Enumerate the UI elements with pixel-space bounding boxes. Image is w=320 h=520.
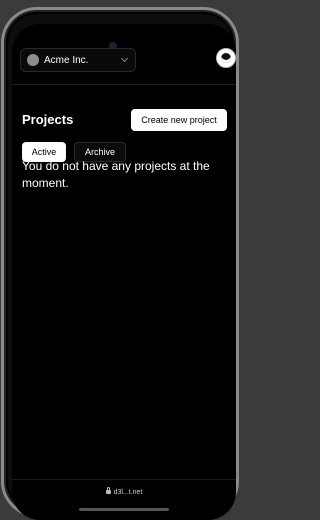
page-title: Projects bbox=[22, 112, 74, 127]
url-text: d3l...t.net bbox=[113, 488, 143, 496]
user-avatar-icon bbox=[221, 53, 231, 63]
org-avatar-icon bbox=[27, 54, 39, 66]
create-project-button[interactable]: Create new project bbox=[131, 109, 227, 131]
org-name: Acme Inc. bbox=[44, 54, 89, 66]
top-bar: Acme Inc. bbox=[12, 44, 236, 85]
app-screen: Acme Inc. Projects Create new project Ac… bbox=[12, 24, 236, 520]
phone-frame: Acme Inc. Projects Create new project Ac… bbox=[1, 7, 239, 520]
home-indicator[interactable] bbox=[79, 508, 169, 511]
user-avatar[interactable] bbox=[216, 48, 236, 68]
browser-url-bar[interactable]: d3l...t.net bbox=[12, 479, 236, 504]
empty-state-message: You do not have any projects at the mome… bbox=[22, 159, 210, 190]
org-switcher[interactable]: Acme Inc. bbox=[20, 48, 136, 72]
lock-icon bbox=[105, 487, 111, 494]
chevron-down-icon bbox=[120, 54, 129, 63]
